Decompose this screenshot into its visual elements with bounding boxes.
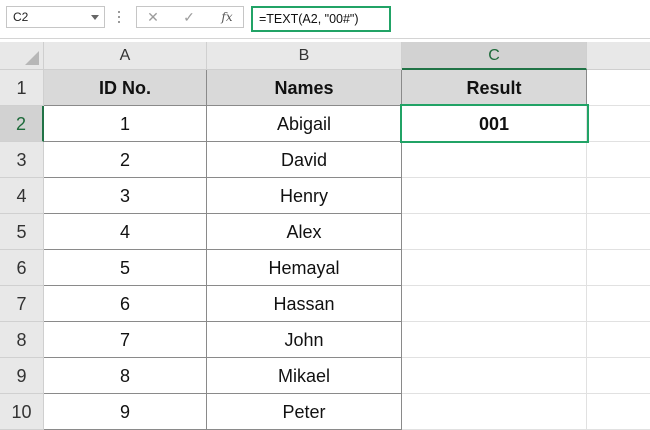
column-header-b[interactable]: B [207, 42, 402, 70]
table-cell[interactable]: 6 [44, 286, 207, 322]
table-cell[interactable]: Abigail [207, 106, 402, 142]
table-cell[interactable]: Henry [207, 178, 402, 214]
name-box[interactable]: C2 [6, 6, 105, 28]
table-cell[interactable]: 5 [44, 250, 207, 286]
table-cell[interactable] [587, 178, 650, 214]
table-cell[interactable] [402, 394, 587, 430]
formula-bar: C2 ✕ ✓ fx =TEXT(A2, "00#") [0, 0, 650, 39]
table-cell[interactable] [587, 142, 650, 178]
table-cell[interactable]: David [207, 142, 402, 178]
column-header-a[interactable]: A [44, 42, 207, 70]
row-header[interactable]: 8 [0, 322, 44, 358]
table-cell[interactable]: Hassan [207, 286, 402, 322]
table-cell[interactable] [402, 250, 587, 286]
table-cell[interactable]: 1 [44, 106, 207, 142]
table-cell[interactable]: 4 [44, 214, 207, 250]
table-header-cell[interactable]: Result [402, 70, 587, 106]
cancel-icon[interactable]: ✕ [143, 7, 163, 27]
table-header-cell[interactable]: Names [207, 70, 402, 106]
row-header[interactable]: 3 [0, 142, 44, 178]
table-cell[interactable] [587, 322, 650, 358]
select-all-icon [25, 51, 39, 65]
table-cell[interactable]: Mikael [207, 358, 402, 394]
formula-text: =TEXT(A2, "00#") [259, 12, 359, 26]
table-cell[interactable]: 7 [44, 322, 207, 358]
row-header[interactable]: 4 [0, 178, 44, 214]
table-cell[interactable]: Hemayal [207, 250, 402, 286]
row-header[interactable]: 7 [0, 286, 44, 322]
column-header-d[interactable] [587, 42, 650, 70]
row-header[interactable]: 9 [0, 358, 44, 394]
table-cell[interactable] [587, 70, 650, 106]
table-cell[interactable] [587, 214, 650, 250]
table-cell[interactable] [402, 178, 587, 214]
table-cell[interactable]: 2 [44, 142, 207, 178]
table-cell[interactable] [587, 250, 650, 286]
table-cell[interactable]: 8 [44, 358, 207, 394]
name-box-value: C2 [13, 10, 29, 24]
table-cell[interactable]: Peter [207, 394, 402, 430]
column-header-c[interactable]: C [402, 42, 587, 70]
drag-handle-icon[interactable] [118, 11, 121, 25]
table-cell[interactable] [402, 286, 587, 322]
table-header-cell[interactable]: ID No. [44, 70, 207, 106]
table-cell[interactable] [587, 358, 650, 394]
row-header[interactable]: 1 [0, 70, 44, 106]
table-cell[interactable] [402, 142, 587, 178]
table-cell[interactable]: Alex [207, 214, 402, 250]
row-header[interactable]: 5 [0, 214, 44, 250]
table-cell[interactable] [587, 394, 650, 430]
insert-function-icon[interactable]: fx [217, 7, 237, 27]
table-cell[interactable] [587, 286, 650, 322]
enter-icon[interactable]: ✓ [179, 7, 199, 27]
table-cell[interactable] [587, 106, 650, 142]
select-all-button[interactable] [0, 42, 44, 70]
row-header[interactable]: 6 [0, 250, 44, 286]
table-cell[interactable] [402, 358, 587, 394]
row-header[interactable]: 2 [0, 106, 44, 142]
table-cell[interactable]: 9 [44, 394, 207, 430]
formula-buttons: ✕ ✓ fx [136, 6, 244, 28]
table-cell[interactable]: 001 [402, 106, 587, 142]
row-header[interactable]: 10 [0, 394, 44, 430]
table-cell[interactable]: John [207, 322, 402, 358]
formula-input[interactable]: =TEXT(A2, "00#") [251, 6, 391, 32]
table-cell[interactable] [402, 214, 587, 250]
chevron-down-icon[interactable] [91, 15, 99, 20]
table-cell[interactable]: 3 [44, 178, 207, 214]
table-cell[interactable] [402, 322, 587, 358]
